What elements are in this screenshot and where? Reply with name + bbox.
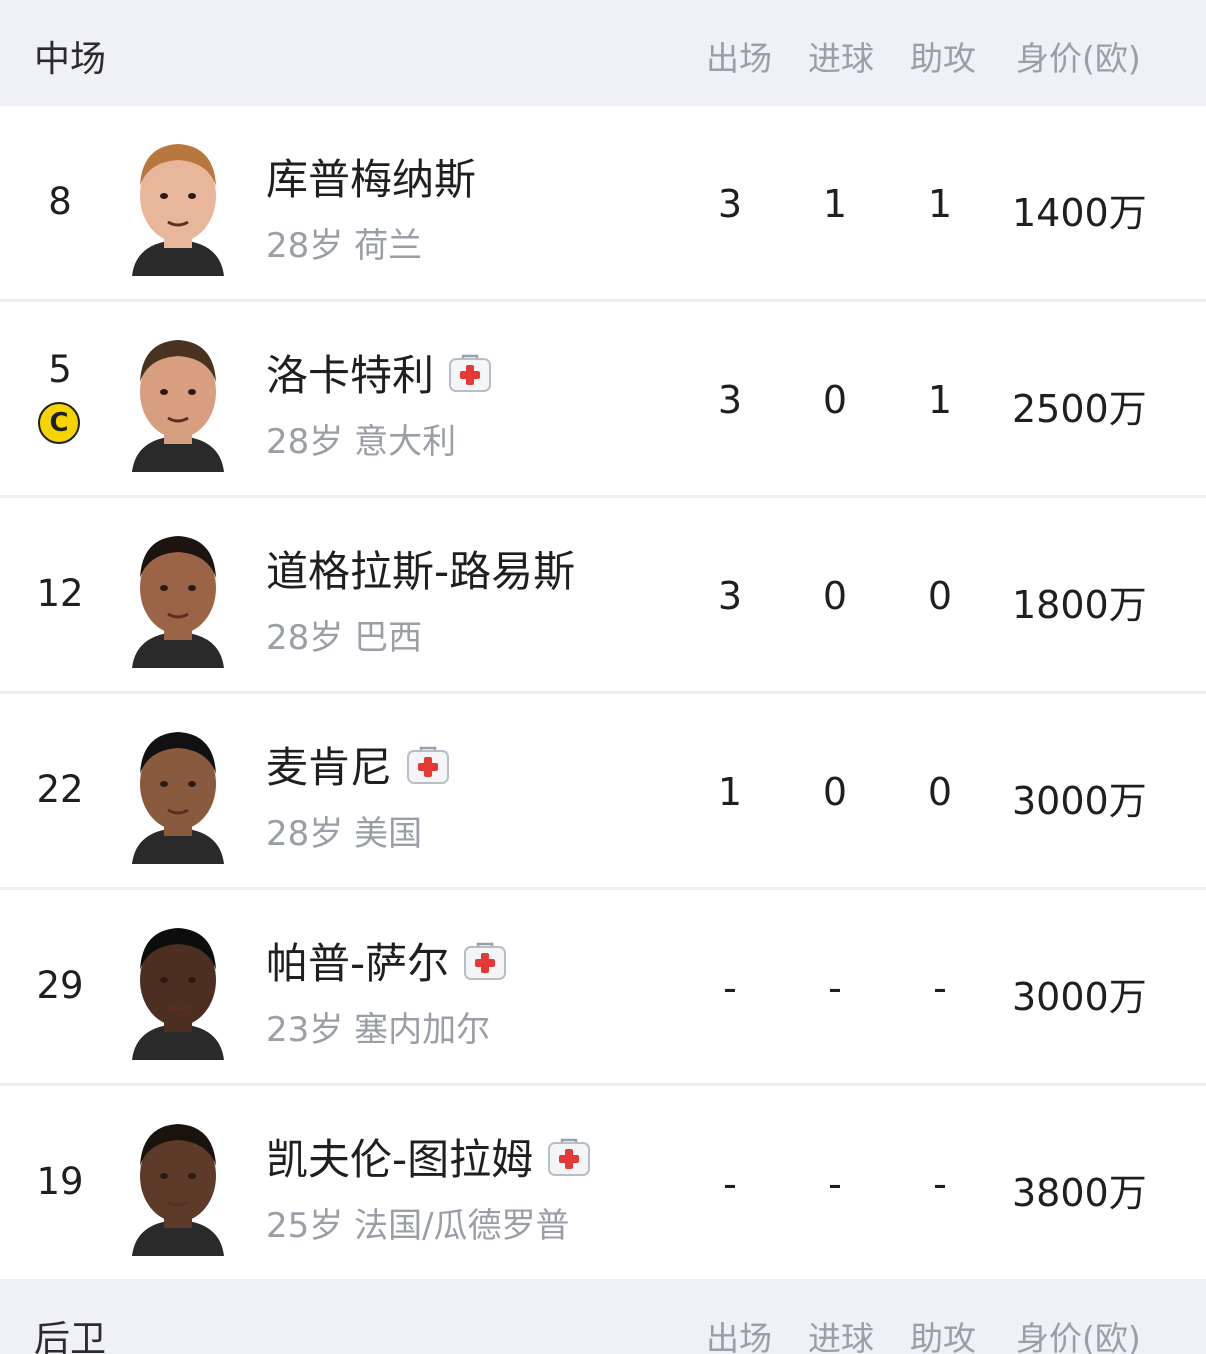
stat-assists: 0 [927,770,953,814]
player-name-line: 洛卡特利 [266,342,492,403]
market-value: 1400万 [1012,191,1147,235]
injury-icon [407,746,450,784]
player-nation: 荷兰 [354,226,423,266]
player-row[interactable]: 5 C 洛卡特利 28岁 意大利 3 0 1 2500万 [0,302,1206,498]
section-title: 后卫 [34,1319,107,1354]
midfield-header: 中场 出场 进球 助攻 身价(欧) [0,0,1206,106]
player-avatar [132,928,224,1060]
player-nation: 意大利 [354,422,457,462]
market-value: 3000万 [1012,779,1147,823]
defense-header: 后卫 出场 进球 助攻 身价(欧) [0,1280,1206,1354]
stat-goals: 0 [822,378,848,422]
player-nation: 塞内加尔 [354,1010,491,1050]
player-row[interactable]: 22 麦肯尼 28岁 美国 1 0 0 3000万 [0,694,1206,890]
injury-icon [548,1138,591,1176]
injury-icon [464,942,507,980]
player-name-line: 库普梅纳斯 [266,146,476,207]
jersey-number: 5 [48,348,72,391]
stat-apps: 1 [717,770,743,814]
player-nation: 巴西 [354,618,423,658]
section-title: 中场 [34,39,107,80]
player-name-line: 凯夫伦-图拉姆 [266,1126,591,1187]
player-info: 28岁 巴西 [266,610,422,659]
player-age: 28岁 [266,618,344,658]
player-name-line: 麦肯尼 [266,734,450,795]
player-age: 23岁 [266,1010,344,1050]
column-assists[interactable]: 助攻 [910,1312,976,1354]
player-info: 28岁 美国 [266,806,422,855]
player-name[interactable]: 库普梅纳斯 [266,155,476,204]
market-value: 3800万 [1012,1171,1147,1215]
player-name-line: 道格拉斯-路易斯 [266,538,575,599]
stat-apps: - [723,966,737,1010]
player-row[interactable]: 29 帕普-萨尔 23岁 塞内加尔 - - - 3000万 [0,890,1206,1086]
player-age: 25岁 [266,1206,344,1246]
column-goals[interactable]: 进球 [808,32,874,80]
player-age: 28岁 [266,422,344,462]
player-name[interactable]: 洛卡特利 [266,351,434,400]
stat-apps: 3 [717,574,743,618]
jersey-number: 29 [36,964,84,1007]
player-row[interactable]: 12 道格拉斯-路易斯 28岁 巴西 3 0 0 1800万 [0,498,1206,694]
stat-apps: 3 [717,182,743,226]
player-avatar [132,144,224,276]
player-info: 25岁 法国/瓜德罗普 [266,1198,570,1247]
player-avatar [132,732,224,864]
column-apps[interactable]: 出场 [706,1312,772,1354]
stat-goals: - [828,1162,842,1206]
player-avatar [132,1124,224,1256]
stat-apps: 3 [717,378,743,422]
player-name[interactable]: 凯夫伦-图拉姆 [266,1135,533,1184]
player-row[interactable]: 19 凯夫伦-图拉姆 25岁 法国/瓜德罗普 - - - 3800万 [0,1086,1206,1282]
jersey-number: 8 [48,180,72,223]
player-name-line: 帕普-萨尔 [266,930,507,991]
stat-assists: 1 [927,378,953,422]
stat-assists: - [933,1162,947,1206]
player-nation: 美国 [354,814,423,854]
stat-apps: - [723,1162,737,1206]
captain-badge-icon: C [38,402,80,444]
jersey-number: 12 [36,572,84,615]
stat-goals: - [828,966,842,1010]
jersey-number: 19 [36,1160,84,1203]
player-name[interactable]: 道格拉斯-路易斯 [266,547,575,596]
player-name[interactable]: 帕普-萨尔 [266,939,449,988]
injury-icon [449,354,492,392]
market-value: 3000万 [1012,975,1147,1019]
stat-assists: 1 [927,182,953,226]
stat-goals: 0 [822,770,848,814]
column-assists[interactable]: 助攻 [910,32,976,80]
stat-goals: 1 [822,182,848,226]
stat-assists: - [933,966,947,1010]
column-value[interactable]: 身价(欧) [1016,32,1141,80]
column-value[interactable]: 身价(欧) [1016,1312,1141,1354]
player-info: 23岁 塞内加尔 [266,1002,490,1051]
player-info: 28岁 意大利 [266,414,456,463]
player-avatar [132,536,224,668]
column-goals[interactable]: 进球 [808,1312,874,1354]
squad-page: 中场 出场 进球 助攻 身价(欧) 8 库普梅纳斯 28岁 荷兰 3 1 1 1400… [0,0,1206,1354]
stat-goals: 0 [822,574,848,618]
player-age: 28岁 [266,226,344,266]
player-avatar [132,340,224,472]
stat-assists: 0 [927,574,953,618]
player-info: 28岁 荷兰 [266,218,422,267]
jersey-number: 22 [36,768,84,811]
column-apps[interactable]: 出场 [706,32,772,80]
player-name[interactable]: 麦肯尼 [266,743,392,792]
player-age: 28岁 [266,814,344,854]
market-value: 1800万 [1012,583,1147,627]
player-row[interactable]: 8 库普梅纳斯 28岁 荷兰 3 1 1 1400万 [0,106,1206,302]
player-nation: 法国/瓜德罗普 [354,1206,570,1246]
market-value: 2500万 [1012,387,1147,431]
